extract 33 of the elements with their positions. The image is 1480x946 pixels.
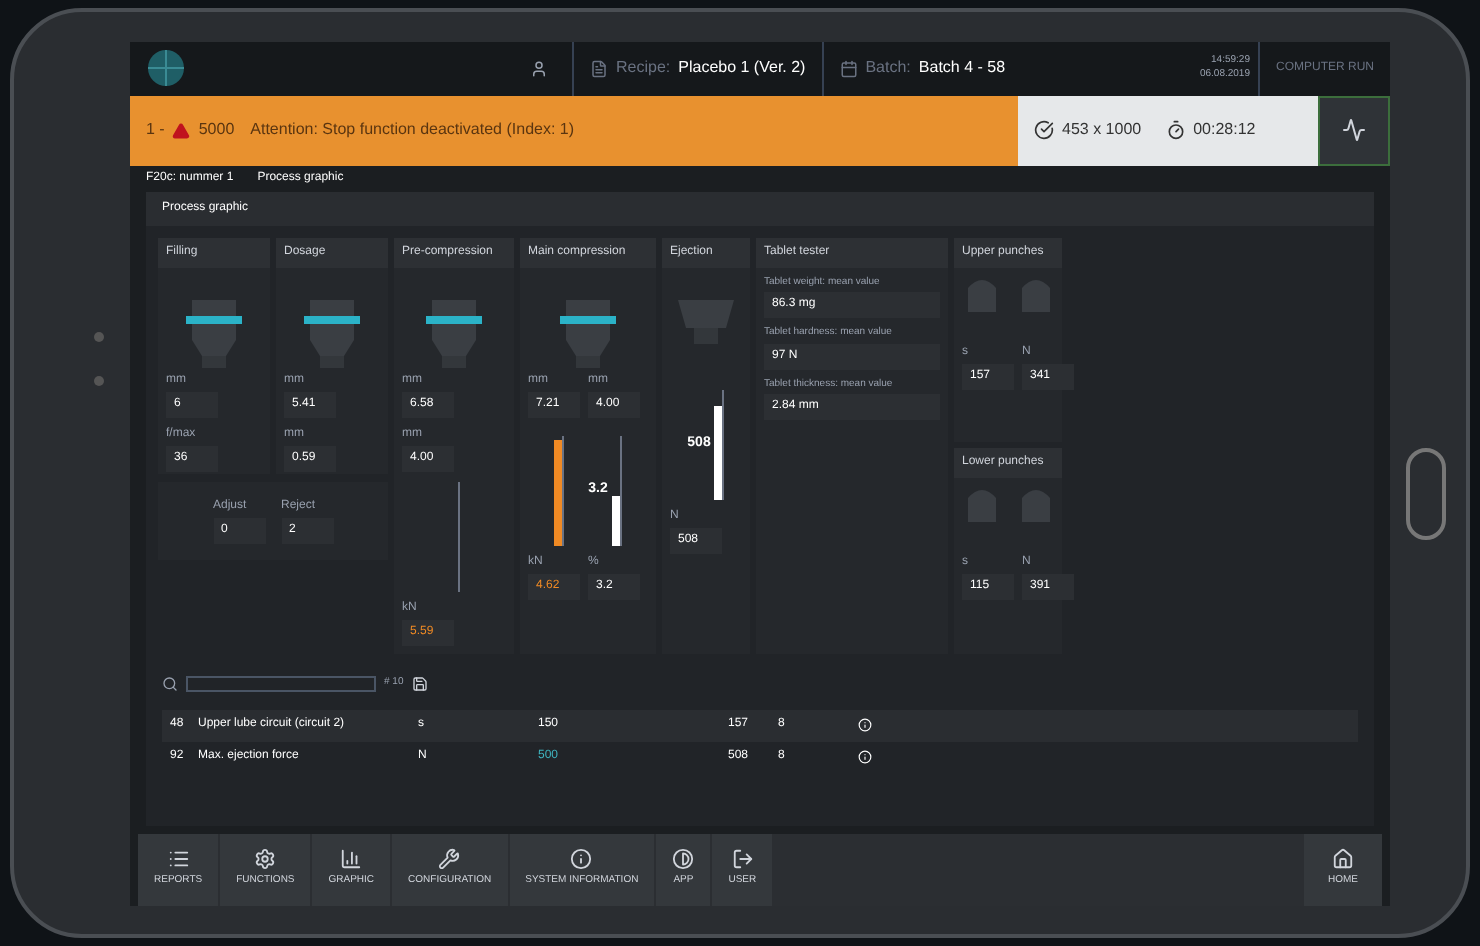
alarm-index: 1 - bbox=[146, 118, 165, 142]
contrast-icon bbox=[672, 848, 695, 871]
recipe-name: Placebo 1 (Ver. 2) bbox=[678, 56, 806, 80]
search-field[interactable] bbox=[186, 675, 376, 691]
batch-name: Batch 4 - 58 bbox=[918, 56, 1006, 80]
logo-icon bbox=[146, 48, 186, 88]
batch-label: Batch: bbox=[865, 56, 911, 80]
sensor-icon bbox=[94, 376, 104, 386]
home-button[interactable] bbox=[1406, 448, 1446, 540]
recipe-icon bbox=[590, 59, 608, 77]
alarm-code: 5000 bbox=[198, 118, 235, 142]
save-icon[interactable] bbox=[411, 675, 428, 691]
signal-button[interactable] bbox=[1318, 95, 1390, 165]
info-icon bbox=[570, 848, 593, 871]
logout-icon bbox=[731, 848, 754, 871]
run-time: 00:28:12 bbox=[1193, 118, 1256, 142]
home-icon bbox=[1332, 848, 1354, 871]
warning-icon bbox=[172, 121, 191, 139]
wrench-icon bbox=[438, 848, 461, 871]
search-icon bbox=[162, 675, 178, 691]
batch-icon bbox=[839, 59, 858, 77]
info-icon[interactable] bbox=[858, 750, 872, 764]
alarm-message: Attention: Stop function deactivated (Index: 1) bbox=[250, 118, 575, 142]
timer-icon bbox=[1165, 120, 1186, 140]
camera-icon bbox=[94, 332, 104, 342]
recipe-label: Recipe: bbox=[616, 56, 671, 80]
tablet-count: 453 x 1000 bbox=[1062, 118, 1142, 142]
info-icon[interactable] bbox=[858, 718, 872, 732]
user-icon[interactable] bbox=[530, 59, 548, 77]
settings-icon bbox=[254, 848, 277, 871]
signal-icon bbox=[1342, 118, 1366, 142]
check-icon bbox=[1034, 120, 1054, 140]
bar-chart-icon bbox=[340, 848, 363, 871]
